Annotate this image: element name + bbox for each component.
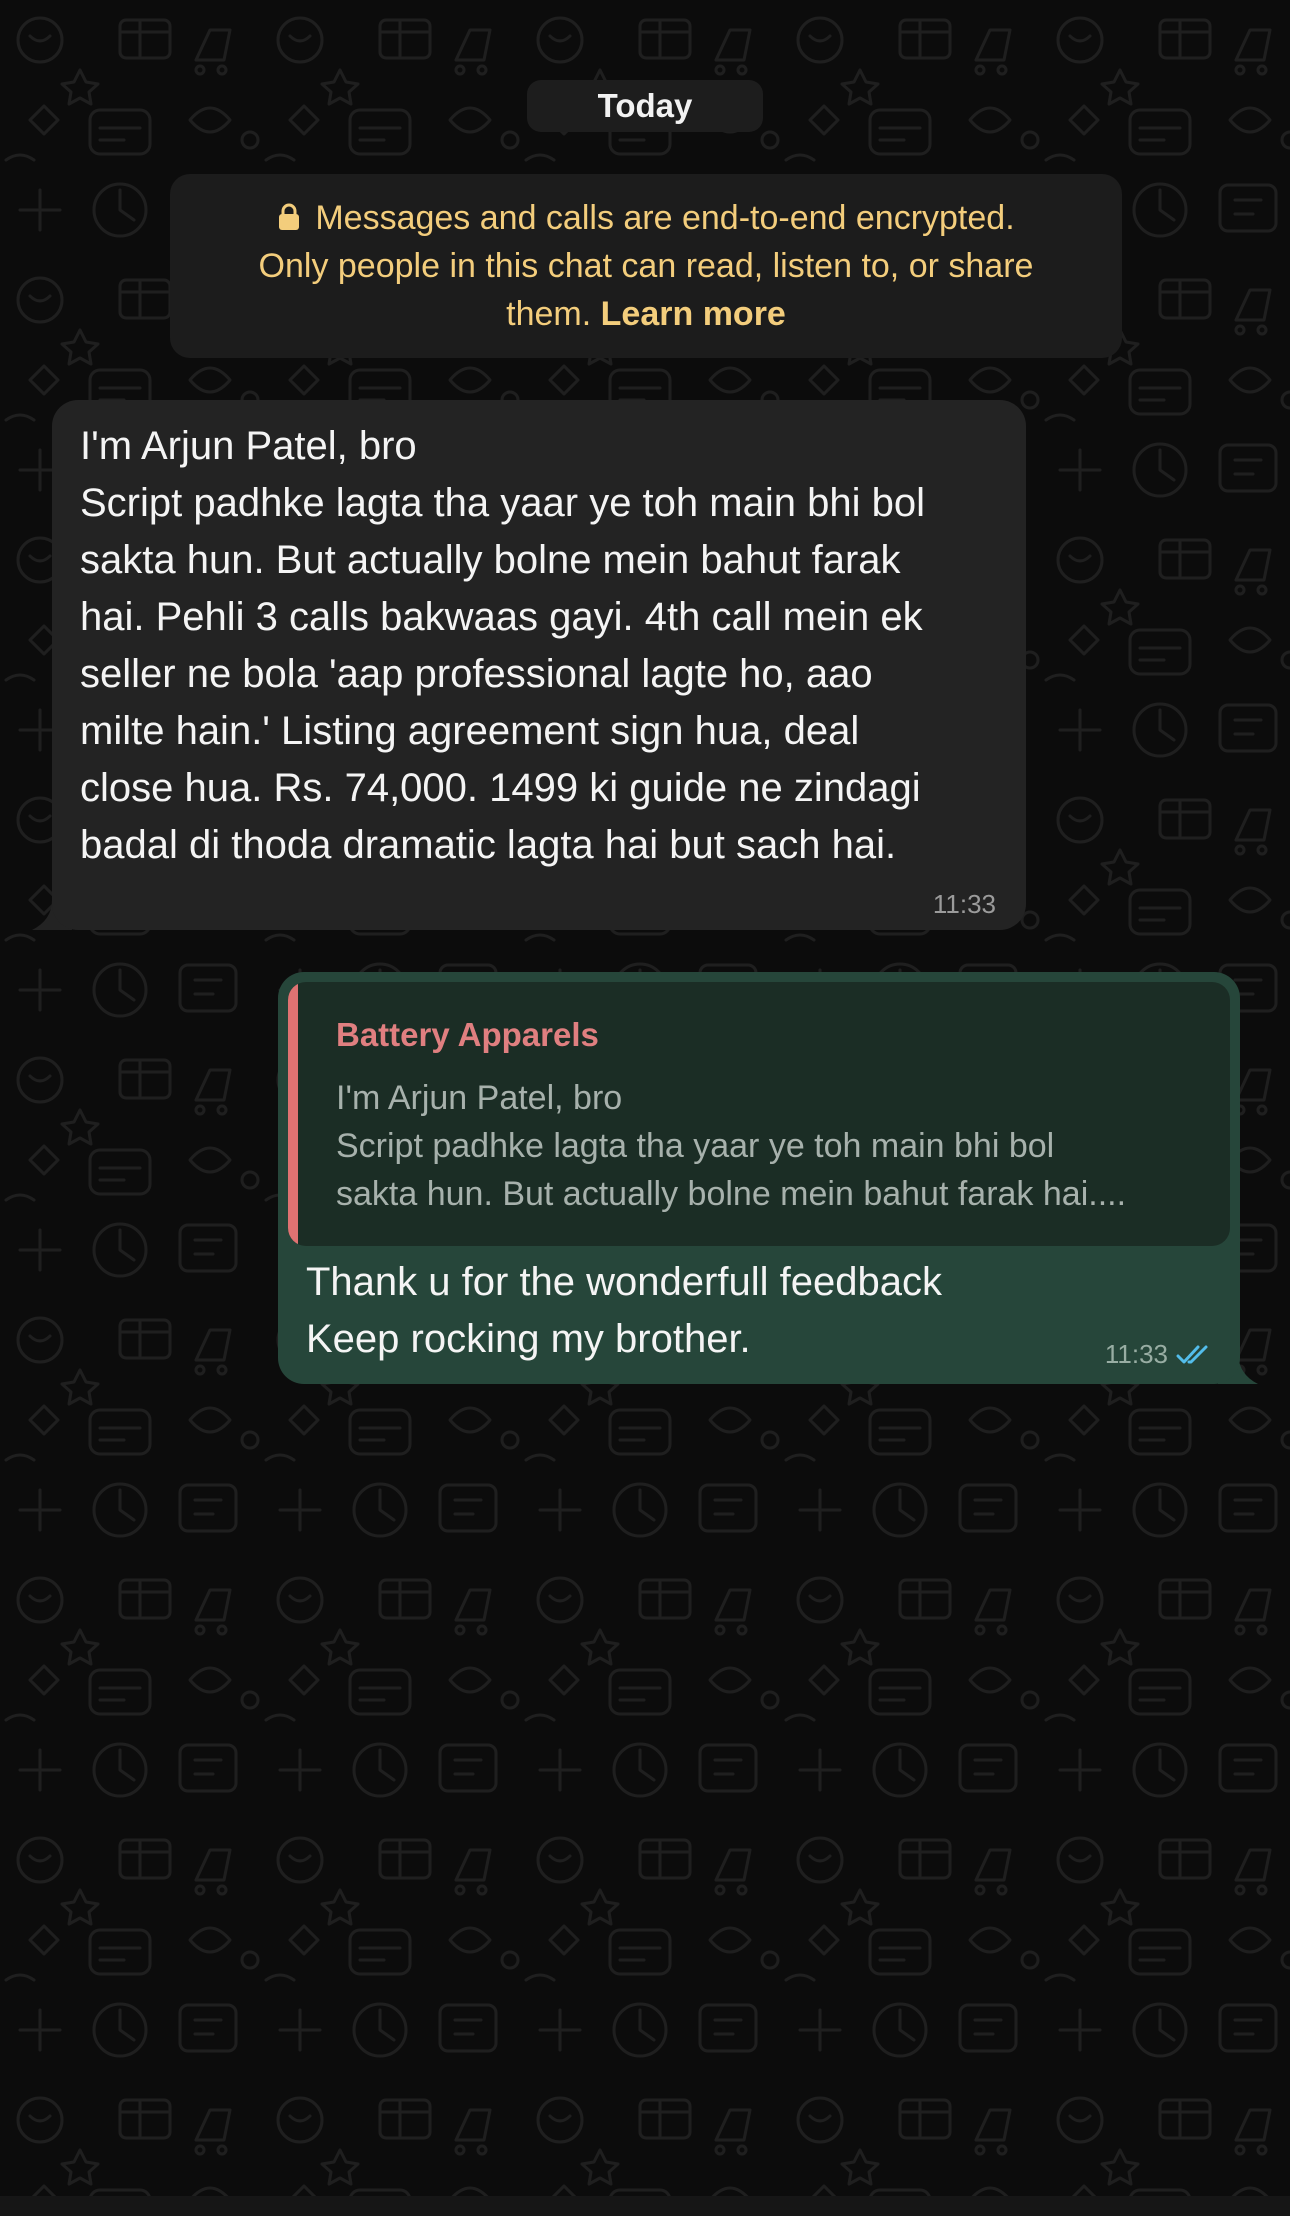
message-line: close hua. Rs. 74,000. 1499 ki guide ne … bbox=[80, 766, 921, 810]
encryption-notice[interactable]: Messages and calls are end-to-end encryp… bbox=[170, 174, 1122, 358]
encryption-notice-text-3: them. bbox=[506, 295, 592, 333]
lock-icon bbox=[279, 203, 300, 230]
message-line: badal di thoda dramatic lagta hai but sa… bbox=[80, 823, 897, 867]
quoted-line: I'm Arjun Patel, bro bbox=[336, 1079, 623, 1117]
encryption-notice-line-1: Messages and calls are end-to-end encryp… bbox=[170, 194, 1122, 242]
learn-more-link[interactable]: Learn more bbox=[601, 295, 786, 333]
message-timestamp: 11:33 bbox=[1104, 1339, 1168, 1369]
encryption-notice-line-3: them. Learn more bbox=[170, 290, 1122, 338]
date-separator: Today bbox=[527, 80, 763, 132]
message-line: I'm Arjun Patel, bro bbox=[80, 424, 417, 468]
message-meta: 11:33 bbox=[1105, 1339, 1212, 1370]
message-line: hai. Pehli 3 calls bakwaas gayi. 4th cal… bbox=[80, 595, 923, 639]
quote-accent-bar bbox=[288, 982, 298, 1246]
quoted-message[interactable]: Battery Apparels I'm Arjun Patel, bro Sc… bbox=[288, 982, 1230, 1246]
chat-area[interactable]: Today Messages and calls are end-to-end … bbox=[0, 0, 1290, 2196]
message-line: Keep rocking my brother. bbox=[306, 1317, 751, 1361]
message-line: Script padhke lagta tha yaar ye toh main… bbox=[80, 481, 925, 525]
message-timestamp: 11:33 bbox=[932, 889, 996, 919]
message-line: milte hain.' Listing agreement sign hua,… bbox=[80, 709, 860, 753]
quoted-author: Battery Apparels bbox=[336, 1016, 599, 1053]
incoming-message-bubble[interactable]: I'm Arjun Patel, bro Script padhke lagta… bbox=[52, 400, 1026, 930]
message-line: Thank u for the wonderfull feedback bbox=[306, 1260, 942, 1304]
encryption-notice-text-1: Messages and calls are end-to-end encryp… bbox=[315, 199, 1015, 237]
bottom-edge bbox=[0, 2196, 1290, 2216]
outgoing-message-text: Thank u for the wonderfull feedback Keep… bbox=[306, 1254, 942, 1368]
double-check-icon bbox=[1176, 1345, 1208, 1363]
quoted-line: sakta hun. But actually bolne mein bahut… bbox=[336, 1175, 1127, 1213]
message-line: seller ne bola 'aap professional lagte h… bbox=[80, 652, 873, 696]
quoted-text: I'm Arjun Patel, bro Script padhke lagta… bbox=[336, 1074, 1126, 1218]
encryption-notice-line-2: Only people in this chat can read, liste… bbox=[258, 247, 1034, 285]
message-line: sakta hun. But actually bolne mein bahut… bbox=[80, 538, 901, 582]
incoming-message-text: I'm Arjun Patel, bro Script padhke lagta… bbox=[80, 418, 998, 874]
quoted-line: Script padhke lagta tha yaar ye toh main… bbox=[336, 1127, 1055, 1165]
outgoing-message-bubble[interactable]: Battery Apparels I'm Arjun Patel, bro Sc… bbox=[278, 972, 1240, 1384]
